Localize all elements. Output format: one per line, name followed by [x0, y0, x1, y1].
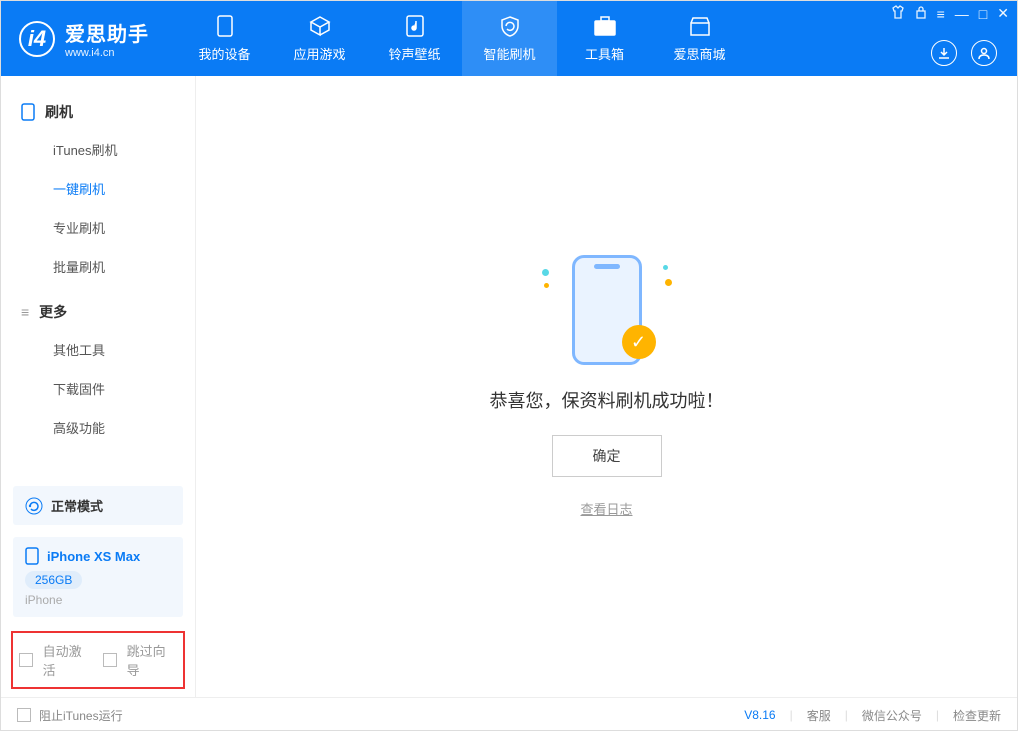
success-illustration: ✓	[542, 255, 672, 365]
success-message: 恭喜您，保资料刷机成功啦！	[490, 387, 724, 413]
header: i4 爱思助手 www.i4.cn 我的设备 应用游戏 铃声壁纸 智能刷机 工具…	[1, 1, 1017, 76]
sidebar-item-advanced[interactable]: 高级功能	[1, 408, 195, 447]
device-storage: 256GB	[25, 571, 82, 589]
nav-store[interactable]: 爱思商城	[652, 1, 747, 76]
window-controls: ≡ — □ ✕	[891, 5, 1009, 22]
sidebar-group-more: ≡更多	[1, 294, 195, 330]
nav-my-device[interactable]: 我的设备	[177, 1, 272, 76]
close-button[interactable]: ✕	[997, 5, 1009, 22]
mode-box[interactable]: 正常模式	[13, 486, 183, 525]
sidebar-item-itunes-flash[interactable]: iTunes刷机	[1, 130, 195, 169]
sidebar-item-download-fw[interactable]: 下载固件	[1, 369, 195, 408]
phone-icon	[217, 14, 233, 38]
auto-activate-label: 自动激活	[43, 641, 93, 679]
sidebar-group-flash: 刷机	[1, 94, 195, 130]
menu-icon[interactable]: ≡	[937, 6, 945, 22]
version-label: V8.16	[744, 708, 775, 722]
nav-apps-games[interactable]: 应用游戏	[272, 1, 367, 76]
auto-activate-checkbox[interactable]	[19, 653, 33, 667]
nav-tabs: 我的设备 应用游戏 铃声壁纸 智能刷机 工具箱 爱思商城	[177, 1, 747, 76]
nav-ringtones[interactable]: 铃声壁纸	[367, 1, 462, 76]
block-itunes-checkbox[interactable]	[17, 708, 31, 722]
app-site: www.i4.cn	[65, 47, 149, 59]
phone-icon	[21, 103, 35, 121]
phone-icon	[25, 547, 39, 565]
view-log-link[interactable]: 查看日志	[580, 499, 632, 518]
ok-button[interactable]: 确定	[552, 435, 662, 477]
briefcase-icon	[594, 14, 616, 38]
shirt-icon[interactable]	[891, 5, 905, 22]
options-highlighted-row: 自动激活 跳过向导	[11, 631, 185, 689]
download-button[interactable]	[931, 40, 957, 66]
music-file-icon	[406, 14, 424, 38]
minimize-button[interactable]: —	[955, 6, 969, 22]
cube-icon	[309, 14, 331, 38]
footer: 阻止iTunes运行 V8.16| 客服| 微信公众号| 检查更新	[1, 697, 1017, 732]
sidebar-item-pro-flash[interactable]: 专业刷机	[1, 208, 195, 247]
refresh-shield-icon	[499, 14, 521, 38]
menu-icon: ≡	[21, 304, 29, 320]
block-itunes-label: 阻止iTunes运行	[39, 707, 123, 724]
main-content: ✓ 恭喜您，保资料刷机成功啦！ 确定 查看日志	[196, 76, 1017, 697]
sidebar-item-oneclick-flash[interactable]: 一键刷机	[1, 169, 195, 208]
sidebar-item-other-tools[interactable]: 其他工具	[1, 330, 195, 369]
device-box[interactable]: iPhone XS Max 256GB iPhone	[13, 537, 183, 617]
mode-label: 正常模式	[51, 496, 103, 515]
user-button[interactable]	[971, 40, 997, 66]
logo-icon: i4	[19, 21, 55, 57]
sidebar: 刷机 iTunes刷机 一键刷机 专业刷机 批量刷机 ≡更多 其他工具 下载固件…	[1, 76, 196, 697]
maximize-button[interactable]: □	[979, 6, 987, 22]
refresh-icon	[25, 497, 43, 515]
skip-guide-checkbox[interactable]	[103, 653, 117, 667]
lock-icon[interactable]	[915, 5, 927, 22]
nav-smart-flash[interactable]: 智能刷机	[462, 1, 557, 76]
device-type: iPhone	[25, 593, 171, 607]
store-icon	[689, 14, 711, 38]
customer-service-link[interactable]: 客服	[807, 707, 831, 724]
app-name: 爱思助手	[65, 18, 149, 47]
logo-area: i4 爱思助手 www.i4.cn	[1, 18, 167, 59]
wechat-link[interactable]: 微信公众号	[862, 707, 922, 724]
device-name: iPhone XS Max	[47, 549, 140, 564]
nav-toolbox[interactable]: 工具箱	[557, 1, 652, 76]
check-update-link[interactable]: 检查更新	[953, 707, 1001, 724]
skip-guide-label: 跳过向导	[127, 641, 177, 679]
check-icon: ✓	[622, 325, 656, 359]
sidebar-item-batch-flash[interactable]: 批量刷机	[1, 247, 195, 286]
